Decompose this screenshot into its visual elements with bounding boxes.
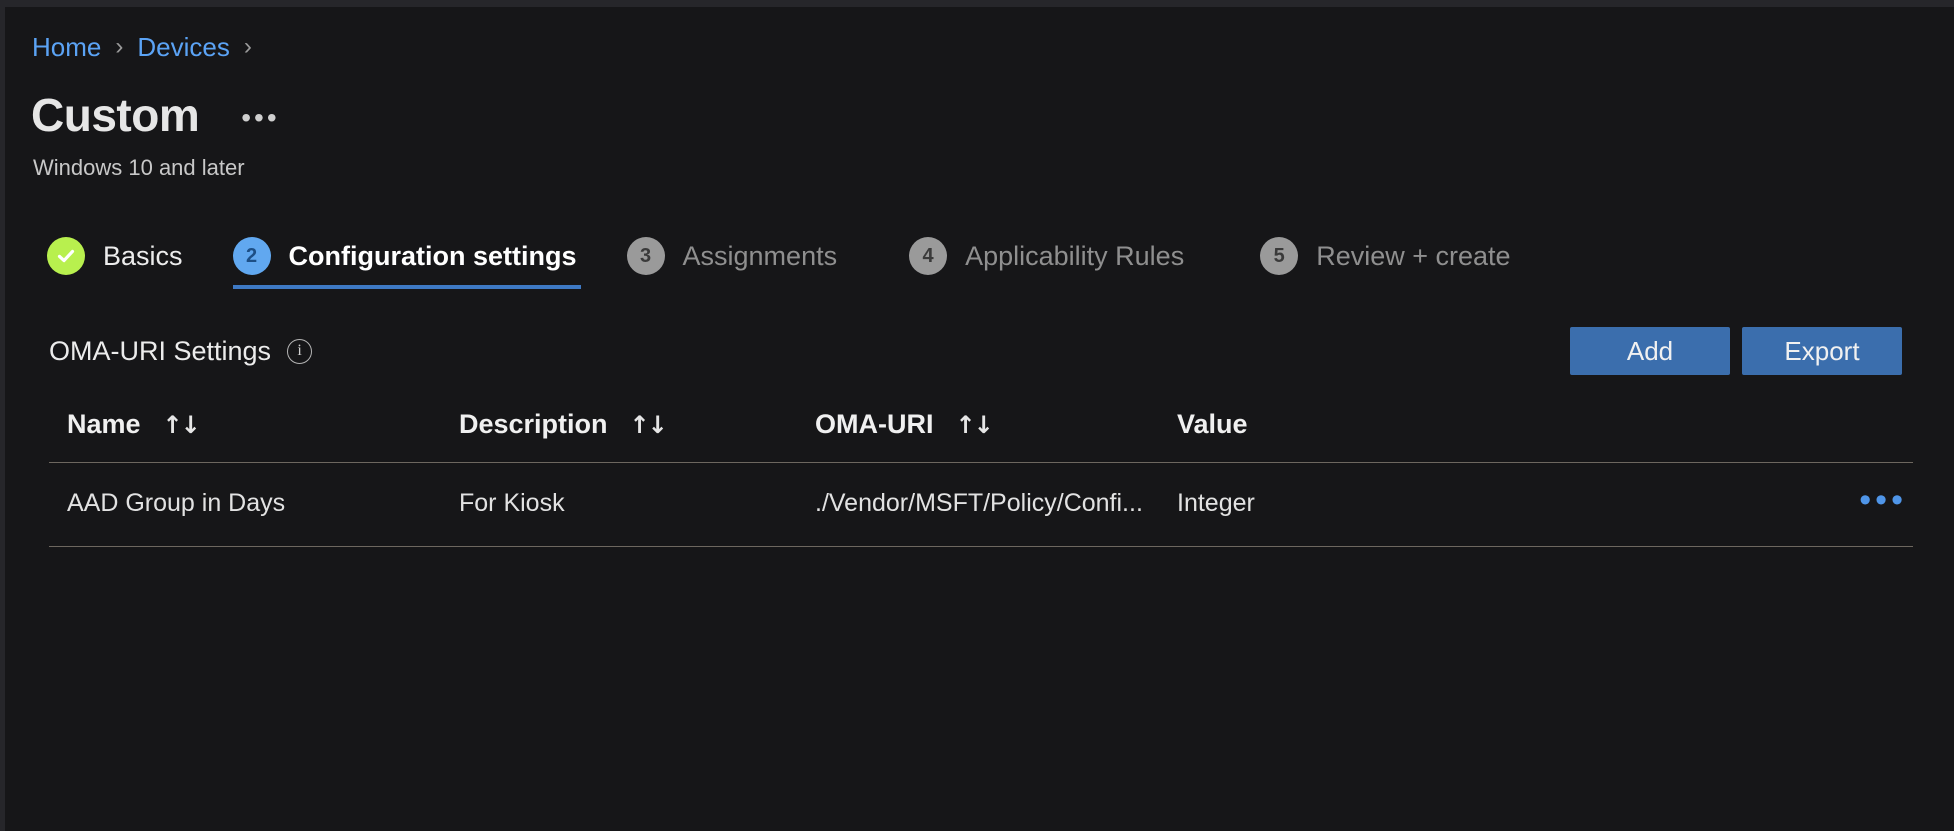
wizard-step-label: Configuration settings: [289, 241, 577, 272]
sort-icon[interactable]: ↑↓: [163, 411, 199, 439]
oma-uri-settings-header: OMA-URI Settings i Add Export: [5, 321, 1954, 381]
section-action-buttons: Add Export: [1570, 327, 1902, 375]
column-header-label: Description: [459, 409, 608, 440]
page-title: Custom: [31, 92, 199, 138]
column-header-label: Value: [1177, 409, 1248, 440]
wizard-step-basics[interactable]: Basics: [47, 223, 187, 289]
breadcrumb-item-devices[interactable]: Devices: [137, 32, 229, 63]
cell-description: For Kiosk: [459, 463, 815, 547]
chevron-right-icon: ›: [244, 35, 252, 59]
column-header-label: OMA-URI: [815, 409, 933, 440]
table-header-row: Name ↑↓ Description ↑↓ OMA-URI ↑↓: [49, 409, 1913, 463]
page-title-row: Custom •••: [5, 89, 1954, 141]
export-button[interactable]: Export: [1742, 327, 1902, 375]
table-header: Name ↑↓ Description ↑↓ OMA-URI ↑↓: [49, 409, 1913, 463]
row-more-options-icon[interactable]: •••: [1859, 481, 1913, 519]
wizard-step-label: Basics: [103, 241, 183, 272]
column-header-oma-uri: OMA-URI ↑↓: [815, 409, 1177, 463]
wizard-step-review-create[interactable]: 5 Review + create: [1260, 223, 1514, 289]
section-title: OMA-URI Settings: [49, 336, 271, 367]
column-header-name: Name ↑↓: [49, 409, 459, 463]
cell-oma-uri: ./Vendor/MSFT/Policy/Confi...: [815, 463, 1177, 547]
wizard-step-assignments[interactable]: 3 Assignments: [627, 223, 842, 289]
sort-icon[interactable]: ↑↓: [630, 411, 666, 439]
breadcrumb-item-home[interactable]: Home: [32, 32, 101, 63]
column-header-description: Description ↑↓: [459, 409, 815, 463]
breadcrumb: Home › Devices ›: [5, 27, 1954, 67]
cell-name: AAD Group in Days: [49, 463, 459, 547]
step-number-badge: 2: [233, 237, 271, 275]
page-subtitle: Windows 10 and later: [5, 155, 1954, 181]
column-header-value: Value: [1177, 409, 1797, 463]
more-options-icon[interactable]: •••: [235, 100, 285, 136]
table-row[interactable]: AAD Group in Days For Kiosk ./Vendor/MSF…: [49, 463, 1913, 547]
wizard-step-label: Assignments: [683, 241, 838, 272]
cell-actions: •••: [1797, 463, 1913, 547]
wizard-step-configuration-settings[interactable]: 2 Configuration settings: [233, 223, 581, 289]
step-number-badge: 4: [909, 237, 947, 275]
chevron-right-icon: ›: [115, 35, 123, 59]
column-header-label: Name: [67, 409, 141, 440]
wizard-step-list: Basics 2 Configuration settings 3 Assign…: [5, 223, 1954, 289]
step-number-badge: 3: [627, 237, 665, 275]
oma-uri-settings-table-wrapper: Name ↑↓ Description ↑↓ OMA-URI ↑↓: [5, 409, 1954, 547]
cell-value: Integer: [1177, 463, 1797, 547]
column-header-actions: [1797, 409, 1913, 463]
step-number-badge: 5: [1260, 237, 1298, 275]
wizard-step-label: Applicability Rules: [965, 241, 1184, 272]
sort-icon[interactable]: ↑↓: [955, 411, 991, 439]
wizard-step-applicability-rules[interactable]: 4 Applicability Rules: [909, 223, 1188, 289]
info-icon[interactable]: i: [287, 339, 312, 364]
table-body: AAD Group in Days For Kiosk ./Vendor/MSF…: [49, 463, 1913, 547]
portal-content-pane: Home › Devices › Custom ••• Windows 10 a…: [5, 7, 1954, 831]
add-button[interactable]: Add: [1570, 327, 1730, 375]
oma-uri-settings-table: Name ↑↓ Description ↑↓ OMA-URI ↑↓: [49, 409, 1913, 547]
wizard-step-label: Review + create: [1316, 241, 1510, 272]
check-circle-icon: [47, 237, 85, 275]
